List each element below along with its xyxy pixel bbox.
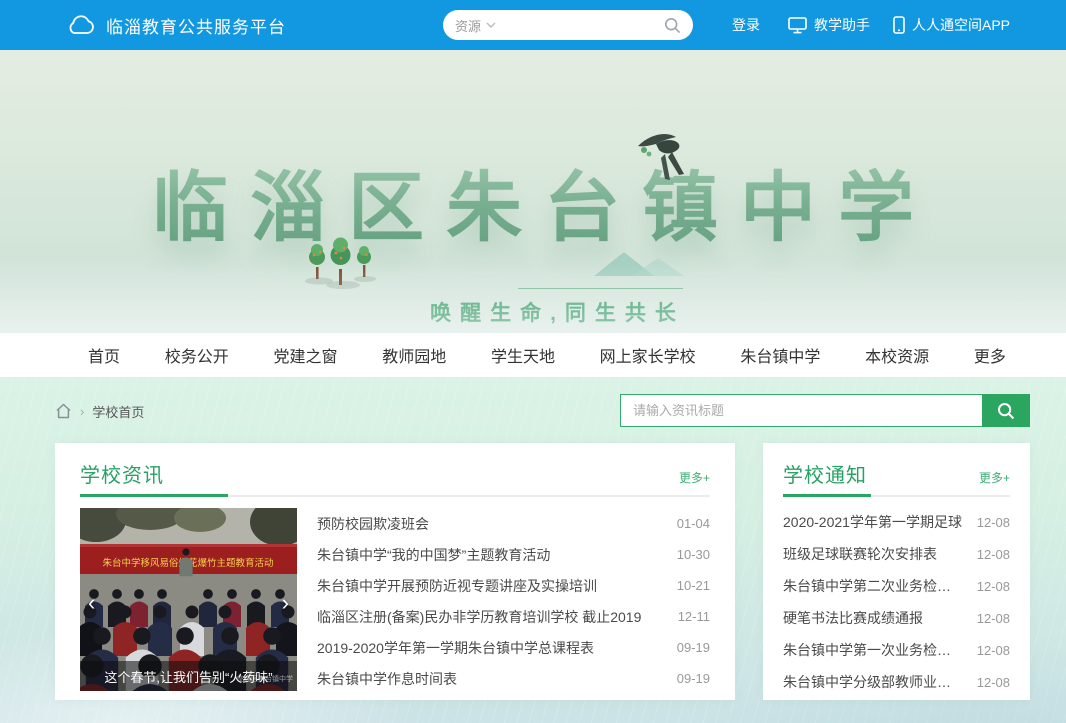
- news-item-date: 09-19: [677, 671, 710, 686]
- notice-item-date: 12-08: [977, 643, 1010, 658]
- monitor-icon: [788, 17, 807, 34]
- carousel-watermark: 临淄区朱台镇中学: [237, 674, 293, 684]
- login-link[interactable]: 登录: [732, 0, 760, 50]
- notice-item-date: 12-08: [977, 515, 1010, 530]
- carousel-next-button[interactable]: ›: [282, 592, 289, 614]
- notice-item[interactable]: 硬笔书法比赛成绩通报 12-08: [783, 602, 1010, 634]
- breadcrumb-separator: ›: [80, 404, 84, 419]
- nav-teacher-garden[interactable]: 教师园地: [382, 343, 446, 367]
- cloud-icon: [66, 14, 96, 36]
- news-item-title: 2019-2020学年第一学期朱台镇中学总课程表: [317, 638, 594, 658]
- news-list: 预防校园欺凌班会 01-04 朱台镇中学“我的中国梦”主题教育活动 10-30 …: [317, 508, 710, 694]
- trees-illustration: [303, 233, 377, 294]
- space-app-link[interactable]: 人人通空间APP: [893, 0, 1010, 50]
- news-item-date: 01-04: [677, 516, 710, 531]
- news-item-date: 12-11: [678, 609, 710, 624]
- search-scope-dropdown[interactable]: 资源: [455, 16, 496, 35]
- news-item-title: 朱台镇中学开展预防近视专题讲座及实操培训: [317, 576, 597, 596]
- news-item[interactable]: 预防校园欺凌班会 01-04: [317, 508, 710, 539]
- top-bar: 临淄教育公共服务平台 资源 登录 教学助手: [0, 0, 1066, 50]
- notice-item-date: 12-08: [977, 611, 1010, 626]
- school-news-panel: 学校资讯 更多+ 朱台中学移风易俗: [55, 443, 735, 700]
- school-title: 临淄区朱台镇中学: [0, 146, 1066, 256]
- login-label: 登录: [732, 15, 760, 35]
- notice-panel-title: 学校通知: [783, 459, 867, 488]
- teaching-assistant-link[interactable]: 教学助手: [788, 0, 870, 50]
- news-panel-title: 学校资讯: [80, 459, 164, 488]
- mountains-illustration: [592, 248, 684, 281]
- news-item[interactable]: 临淄区注册(备案)民办非学历教育培训学校 截止2019 12-11: [317, 601, 710, 632]
- news-item-date: 10-21: [677, 578, 710, 593]
- notice-item[interactable]: 2020-2021学年第一学期足球 12-08: [783, 506, 1010, 538]
- hero-banner: 临淄区朱台镇中学: [0, 50, 1066, 333]
- news-item-title: 朱台镇中学作息时间表: [317, 669, 457, 689]
- carousel-prev-button[interactable]: ‹: [88, 592, 95, 614]
- main-nav: 首页 校务公开 党建之窗 教师园地 学生天地 网上家长学校 朱台镇中学 本校资源…: [0, 333, 1066, 378]
- notice-item-title: 朱台镇中学分级部教师业务展: [783, 672, 965, 692]
- search-icon[interactable]: [664, 17, 681, 34]
- phone-icon: [893, 16, 905, 34]
- news-more-link[interactable]: 更多+: [679, 469, 710, 488]
- notice-list: 2020-2021学年第一学期足球 12-08 班级足球联赛轮次安排表 12-0…: [783, 506, 1010, 698]
- notice-item[interactable]: 班级足球联赛轮次安排表 12-08: [783, 538, 1010, 570]
- swallow-icon: [632, 130, 694, 187]
- notice-divider: [783, 494, 1010, 497]
- notice-item[interactable]: 朱台镇中学分级部教师业务展 12-08: [783, 666, 1010, 698]
- notice-item-date: 12-08: [977, 675, 1010, 690]
- nav-more[interactable]: 更多: [974, 343, 1006, 367]
- breadcrumb-current[interactable]: 学校首页: [92, 402, 144, 421]
- news-search-bar: [620, 394, 1030, 427]
- nav-zhutai-school[interactable]: 朱台镇中学: [740, 343, 820, 367]
- news-item-title: 临淄区注册(备案)民办非学历教育培训学校 截止2019: [317, 607, 641, 627]
- nav-school-affairs[interactable]: 校务公开: [165, 343, 229, 367]
- nav-home[interactable]: 首页: [88, 343, 120, 367]
- platform-brand[interactable]: 临淄教育公共服务平台: [66, 0, 286, 50]
- news-item-date: 09-19: [677, 640, 710, 655]
- slogan-text: 唤醒生命,同生共长: [421, 297, 685, 327]
- nav-parent-school[interactable]: 网上家长学校: [600, 343, 696, 367]
- notice-item[interactable]: 朱台镇中学第二次业务检查的 12-08: [783, 570, 1010, 602]
- nav-student-world[interactable]: 学生天地: [491, 343, 555, 367]
- notice-item-date: 12-08: [977, 579, 1010, 594]
- space-app-label: 人人通空间APP: [912, 15, 1010, 35]
- page: 临淄教育公共服务平台 资源 登录 教学助手: [0, 0, 1066, 723]
- nav-party-building[interactable]: 党建之窗: [273, 343, 337, 367]
- news-item-title: 朱台镇中学“我的中国梦”主题教育活动: [317, 545, 550, 565]
- breadcrumb: › 学校首页: [55, 394, 144, 428]
- notice-item-title: 硬笔书法比赛成绩通报: [783, 608, 923, 628]
- search-icon: [997, 402, 1015, 420]
- news-item[interactable]: 2019-2020学年第一学期朱台镇中学总课程表 09-19: [317, 632, 710, 663]
- news-item[interactable]: 朱台镇中学“我的中国梦”主题教育活动 10-30: [317, 539, 710, 570]
- chevron-down-icon: [486, 22, 496, 28]
- top-search-input[interactable]: [496, 18, 664, 33]
- news-item[interactable]: 朱台镇中学开展预防近视专题讲座及实操培训 10-21: [317, 570, 710, 601]
- top-search: 资源: [443, 10, 693, 40]
- news-search-input[interactable]: [620, 394, 982, 427]
- brand-label: 临淄教育公共服务平台: [106, 13, 286, 38]
- news-item-title: 预防校园欺凌班会: [317, 514, 429, 534]
- notice-item-title: 2020-2021学年第一学期足球: [783, 512, 962, 532]
- notice-item-date: 12-08: [977, 547, 1010, 562]
- notice-item[interactable]: 朱台镇中学第一次业务检查的 12-08: [783, 634, 1010, 666]
- hero-slogan: 唤醒生命,同生共长: [421, 288, 685, 333]
- news-carousel[interactable]: 朱台中学移风易俗烟花爆竹主题教育活动: [80, 508, 297, 691]
- teaching-assistant-label: 教学助手: [814, 15, 870, 35]
- school-notice-panel: 学校通知 更多+ 2020-2021学年第一学期足球 12-08 班级足球联赛轮…: [763, 443, 1030, 700]
- home-icon[interactable]: [55, 403, 72, 419]
- news-search-button[interactable]: [982, 394, 1030, 427]
- slogan-line-top: [519, 288, 684, 289]
- notice-item-title: 班级足球联赛轮次安排表: [783, 544, 937, 564]
- search-scope-label: 资源: [455, 16, 481, 35]
- news-divider: [80, 494, 710, 497]
- nav-school-resources[interactable]: 本校资源: [865, 343, 929, 367]
- notice-more-link[interactable]: 更多+: [979, 469, 1010, 488]
- news-item[interactable]: 朱台镇中学作息时间表 09-19: [317, 663, 710, 694]
- notice-item-title: 朱台镇中学第一次业务检查的: [783, 640, 965, 660]
- notice-item-title: 朱台镇中学第二次业务检查的: [783, 576, 965, 596]
- news-item-date: 10-30: [677, 547, 710, 562]
